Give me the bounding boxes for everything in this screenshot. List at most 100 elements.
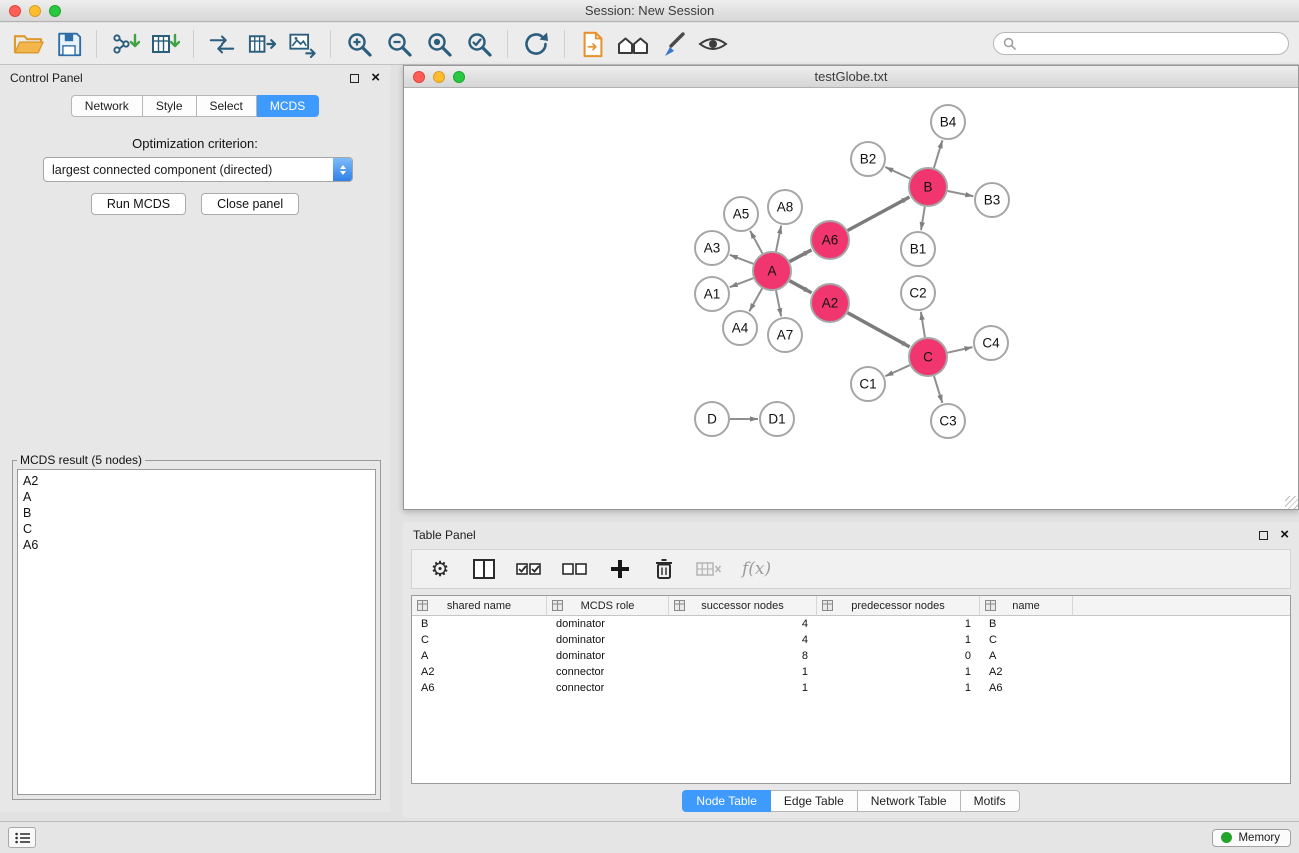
table-row[interactable]: Cdominator41C	[412, 632, 1290, 648]
node-A3[interactable]: A3	[695, 231, 729, 265]
network-minimize-button[interactable]	[433, 71, 445, 83]
node-C2[interactable]: C2	[901, 276, 935, 310]
deselect-all-icon[interactable]	[562, 555, 588, 583]
node-A1[interactable]: A1	[695, 277, 729, 311]
select-all-icon[interactable]	[516, 555, 542, 583]
node-D1[interactable]: D1	[760, 402, 794, 436]
column-header-successor-nodes[interactable]: successor nodes	[669, 596, 817, 616]
zoom-in-icon[interactable]	[341, 27, 377, 61]
table-float-panel-icon[interactable]	[1259, 531, 1268, 540]
node-C1[interactable]: C1	[851, 367, 885, 401]
float-panel-icon[interactable]	[350, 74, 359, 83]
import-network-icon[interactable]	[107, 27, 143, 61]
network-svg[interactable]: B4B2BB3A5A8A6A3B1AA1C2A2A4A7CC4C1C3DD1	[404, 89, 1298, 509]
export-network-icon[interactable]	[204, 27, 240, 61]
network-canvas[interactable]: B4B2BB3A5A8A6A3B1AA1C2A2A4A7CC4C1C3DD1	[404, 89, 1298, 509]
node-C3[interactable]: C3	[931, 404, 965, 438]
table-row[interactable]: Bdominator41B	[412, 616, 1290, 632]
mcds-result-item[interactable]: A6	[23, 537, 370, 553]
edge-A2-C[interactable]	[848, 313, 910, 347]
mcds-result-item[interactable]: A2	[23, 473, 370, 489]
minimize-window-button[interactable]	[29, 5, 41, 17]
save-icon[interactable]	[50, 27, 86, 61]
edge-B-B3[interactable]	[948, 191, 974, 196]
export-image-icon[interactable]	[284, 27, 320, 61]
node-A4[interactable]: A4	[723, 311, 757, 345]
open-folder-icon[interactable]	[10, 27, 46, 61]
edge-A6-B[interactable]	[848, 197, 910, 231]
zoom-out-icon[interactable]	[381, 27, 417, 61]
tab-style[interactable]: Style	[143, 95, 197, 117]
column-header-mcds-role[interactable]: MCDS role	[547, 596, 669, 616]
node-B4[interactable]: B4	[931, 105, 965, 139]
table-close-panel-icon[interactable]: ×	[1280, 530, 1289, 540]
edge-B-B4[interactable]	[934, 140, 943, 168]
close-panel-icon[interactable]: ×	[371, 73, 380, 83]
column-header-shared-name[interactable]: shared name	[412, 596, 547, 616]
zoom-selected-icon[interactable]	[461, 27, 497, 61]
close-panel-button[interactable]: Close panel	[201, 193, 299, 215]
zoom-fit-icon[interactable]	[421, 27, 457, 61]
edge-A-A6[interactable]	[790, 250, 812, 262]
edge-A-A7[interactable]	[776, 291, 781, 317]
node-D[interactable]: D	[695, 402, 729, 436]
columns-icon[interactable]	[472, 555, 496, 583]
criterion-dropdown[interactable]: largest connected component (directed)	[43, 157, 353, 182]
edge-B-B1[interactable]	[921, 207, 925, 231]
mcds-result-item[interactable]: A	[23, 489, 370, 505]
add-icon[interactable]	[608, 555, 632, 583]
tab-node-table[interactable]: Node Table	[682, 790, 771, 812]
table-row[interactable]: A2connector11A2	[412, 664, 1290, 680]
tab-select[interactable]: Select	[197, 95, 257, 117]
import-table-icon[interactable]	[147, 27, 183, 61]
home-icon[interactable]	[615, 27, 651, 61]
tab-motifs[interactable]: Motifs	[961, 790, 1020, 812]
mcds-result-item[interactable]: B	[23, 505, 370, 521]
edge-A-A8[interactable]	[776, 226, 781, 252]
node-B[interactable]: B	[909, 168, 947, 206]
edge-A-A1[interactable]	[730, 278, 754, 287]
edge-A-A4[interactable]	[749, 288, 762, 311]
tab-edge-table[interactable]: Edge Table	[771, 790, 858, 812]
edge-A-A3[interactable]	[730, 255, 754, 264]
run-mcds-button[interactable]: Run MCDS	[91, 193, 186, 215]
table-row[interactable]: Adominator80A	[412, 648, 1290, 664]
edge-C-C4[interactable]	[948, 347, 973, 353]
edge-A-A5[interactable]	[750, 231, 762, 254]
table-row[interactable]: A6connector11A6	[412, 680, 1290, 696]
column-header-name[interactable]: name	[980, 596, 1073, 616]
open-document-icon[interactable]	[575, 27, 611, 61]
mcds-result-item[interactable]: C	[23, 521, 370, 537]
search-input[interactable]	[1022, 37, 1279, 51]
brush-icon[interactable]	[655, 27, 691, 61]
edge-B-B2[interactable]	[885, 167, 910, 179]
resize-grip[interactable]	[1285, 496, 1298, 509]
network-close-button[interactable]	[413, 71, 425, 83]
node-A7[interactable]: A7	[768, 318, 802, 352]
memory-button[interactable]: Memory	[1212, 829, 1291, 847]
node-A8[interactable]: A8	[768, 190, 802, 224]
close-window-button[interactable]	[9, 5, 21, 17]
export-table-icon[interactable]	[244, 27, 280, 61]
node-C4[interactable]: C4	[974, 326, 1008, 360]
zoom-window-button[interactable]	[49, 5, 61, 17]
eye-icon[interactable]	[695, 27, 731, 61]
gear-icon[interactable]: ⚙	[428, 555, 452, 583]
trash-icon[interactable]	[652, 555, 676, 583]
node-B2[interactable]: B2	[851, 142, 885, 176]
node-A2[interactable]: A2	[811, 284, 849, 322]
tab-mcds[interactable]: MCDS	[257, 95, 319, 117]
edge-C-C3[interactable]	[934, 376, 942, 403]
tab-network[interactable]: Network	[71, 95, 143, 117]
column-header-predecessor-nodes[interactable]: predecessor nodes	[817, 596, 980, 616]
node-A5[interactable]: A5	[724, 197, 758, 231]
search-box[interactable]	[993, 32, 1289, 55]
refresh-icon[interactable]	[518, 27, 554, 61]
mcds-result-list[interactable]: A2ABCA6	[17, 469, 376, 795]
edge-A-A2[interactable]	[790, 281, 812, 293]
edge-C-C1[interactable]	[885, 365, 910, 376]
task-history-button[interactable]	[8, 827, 36, 848]
tab-network-table[interactable]: Network Table	[858, 790, 961, 812]
node-B3[interactable]: B3	[975, 183, 1009, 217]
node-A6[interactable]: A6	[811, 221, 849, 259]
